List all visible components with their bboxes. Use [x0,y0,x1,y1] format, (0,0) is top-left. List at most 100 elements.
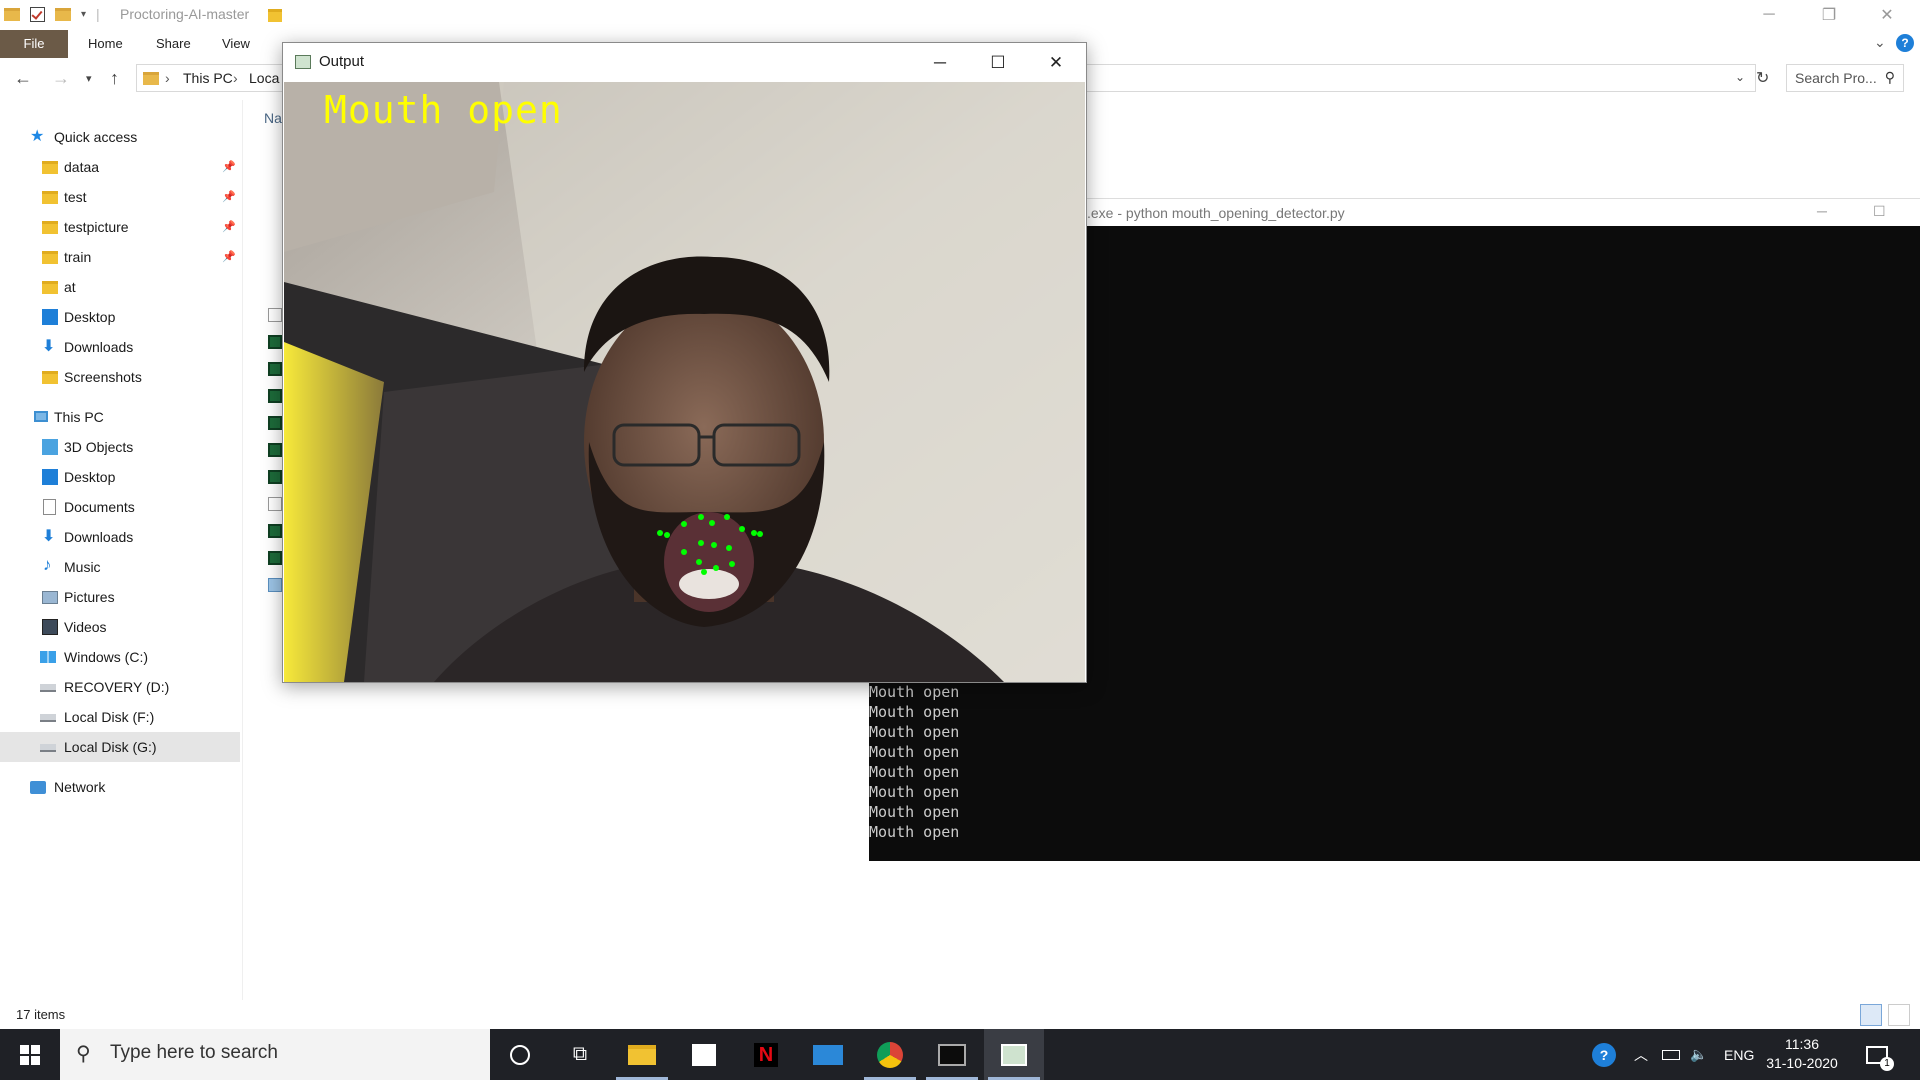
nav-quick-access[interactable]: ★ Quick access [0,122,240,152]
maximize-button[interactable]: ☐ [969,43,1027,82]
nav-item-pictures[interactable]: Pictures [0,582,240,612]
refresh-icon[interactable]: ↻ [1756,68,1769,88]
cortana-button[interactable] [490,1029,550,1080]
breadcrumb-local-disk[interactable]: Loca [249,70,279,86]
nav-item-dataa[interactable]: dataa 📌 [0,152,240,182]
nav-label: Downloads [64,339,134,355]
taskbar-mail[interactable] [798,1029,858,1080]
tab-home[interactable]: Home [74,30,137,58]
console-line: Mouth open [869,743,960,761]
file-icon[interactable] [268,497,282,511]
taskbar-netflix[interactable]: N [736,1029,796,1080]
help-icon[interactable]: ? [1896,34,1914,52]
volume-tray-icon[interactable]: 🔈 [1690,1029,1707,1080]
minimize-button[interactable]: ─ [1817,203,1827,219]
clock[interactable]: 11:36 31-10-2020 [1762,1035,1842,1073]
language-indicator[interactable]: ENG [1724,1029,1754,1080]
breadcrumb-this-pc[interactable]: This PC [183,70,233,86]
python-file-icon[interactable] [268,551,282,565]
pin-icon[interactable]: 📌 [222,250,236,263]
nav-item-downloads[interactable]: ⬇ Downloads [0,332,240,362]
file-icon[interactable] [268,308,282,322]
maximize-button[interactable]: ☐ [1873,203,1886,220]
taskbar-search-box[interactable]: ⚲ Type here to search [60,1029,490,1080]
minimize-button[interactable]: ─ [911,43,969,82]
taskbar-file-explorer[interactable] [612,1029,672,1080]
python-file-icon[interactable] [268,335,282,349]
pin-icon[interactable]: 📌 [222,190,236,203]
taskbar-store[interactable] [674,1029,734,1080]
show-hidden-icons-button[interactable]: ︿ [1634,1029,1648,1080]
details-view-button[interactable] [1860,1004,1882,1026]
python-file-icon[interactable] [268,443,282,457]
help-tray-icon[interactable]: ? [1592,1029,1616,1080]
new-folder-icon[interactable] [55,7,71,21]
tab-share[interactable]: Share [142,30,205,58]
netflix-icon: N [754,1042,778,1067]
taskbar-output-window[interactable] [984,1029,1044,1080]
expand-ribbon-icon[interactable]: ⌄ [1874,34,1886,51]
customize-toolbar-icon[interactable]: ▾ [81,9,86,20]
nav-item-desktop[interactable]: Desktop [0,302,240,332]
name-column-header[interactable]: Na [264,110,282,126]
nav-item-screenshots[interactable]: Screenshots [0,362,240,392]
python-file-icon[interactable] [268,362,282,376]
task-view-button[interactable]: ⧉ [550,1029,610,1080]
star-icon: ★ [30,128,45,145]
battery-tray-icon[interactable] [1662,1029,1680,1080]
nav-label: at [64,279,76,295]
nav-item-windows-c[interactable]: Windows (C:) [0,642,240,672]
nav-item-local-disk-f[interactable]: Local Disk (F:) [0,702,240,732]
taskbar-chrome[interactable] [860,1029,920,1080]
properties-icon[interactable] [30,6,45,22]
nav-network[interactable]: Network [0,772,240,802]
nav-item-train[interactable]: train 📌 [0,242,240,272]
folder-icon [42,251,58,264]
image-file-icon[interactable] [268,578,282,592]
nav-item-local-disk-g[interactable]: Local Disk (G:) [0,732,240,762]
python-file-icon[interactable] [268,524,282,538]
action-center-button[interactable]: 1 [1866,1029,1894,1080]
folder-icon[interactable] [268,9,282,22]
close-button[interactable]: ✕ [1027,43,1085,82]
search-field[interactable]: Search Pro... ⚲ [1786,64,1904,92]
start-button[interactable] [0,1029,60,1080]
python-file-icon[interactable] [268,389,282,403]
cube-icon [42,439,58,455]
language-text: ENG [1724,1046,1755,1063]
tab-view[interactable]: View [208,30,264,58]
output-window[interactable]: Output ─ ☐ ✕ Mouth open [282,42,1087,683]
nav-item-music[interactable]: ♪ Music [0,552,240,582]
recent-locations-icon[interactable]: ▾ [86,72,92,85]
folder-icon [42,281,58,294]
restore-button[interactable]: ❐ [1806,0,1852,30]
nav-item-pc-desktop[interactable]: Desktop [0,462,240,492]
python-file-icon[interactable] [268,470,282,484]
nav-this-pc[interactable]: This PC [0,402,240,432]
nav-item-recovery-d[interactable]: RECOVERY (D:) [0,672,240,702]
nav-item-test[interactable]: test 📌 [0,182,240,212]
pin-icon[interactable]: 📌 [222,160,236,173]
pane-divider [242,100,243,1000]
notification-count-badge: 1 [1880,1057,1894,1071]
nav-item-at[interactable]: at [0,272,240,302]
search-icon[interactable]: ⚲ [1885,69,1895,86]
store-bag-icon [692,1043,716,1066]
nav-label: Desktop [64,469,116,485]
back-arrow-icon[interactable]: ← [14,68,32,89]
taskbar-console[interactable] [922,1029,982,1080]
nav-item-documents[interactable]: Documents [0,492,240,522]
nav-item-testpicture[interactable]: testpicture 📌 [0,212,240,242]
pin-icon[interactable]: 📌 [222,220,236,233]
large-icons-view-button[interactable] [1888,1004,1910,1026]
forward-arrow-icon[interactable]: → [52,68,70,89]
nav-item-3d-objects[interactable]: 3D Objects [0,432,240,462]
up-arrow-icon[interactable]: ↑ [110,68,119,89]
nav-item-pc-downloads[interactable]: ⬇ Downloads [0,522,240,552]
minimize-button[interactable]: ─ [1746,0,1792,30]
close-button[interactable]: ✕ [1864,0,1910,30]
nav-item-videos[interactable]: Videos [0,612,240,642]
python-file-icon[interactable] [268,416,282,430]
address-dropdown-icon[interactable]: ⌄ [1735,70,1745,84]
tab-file[interactable]: File [0,30,68,58]
